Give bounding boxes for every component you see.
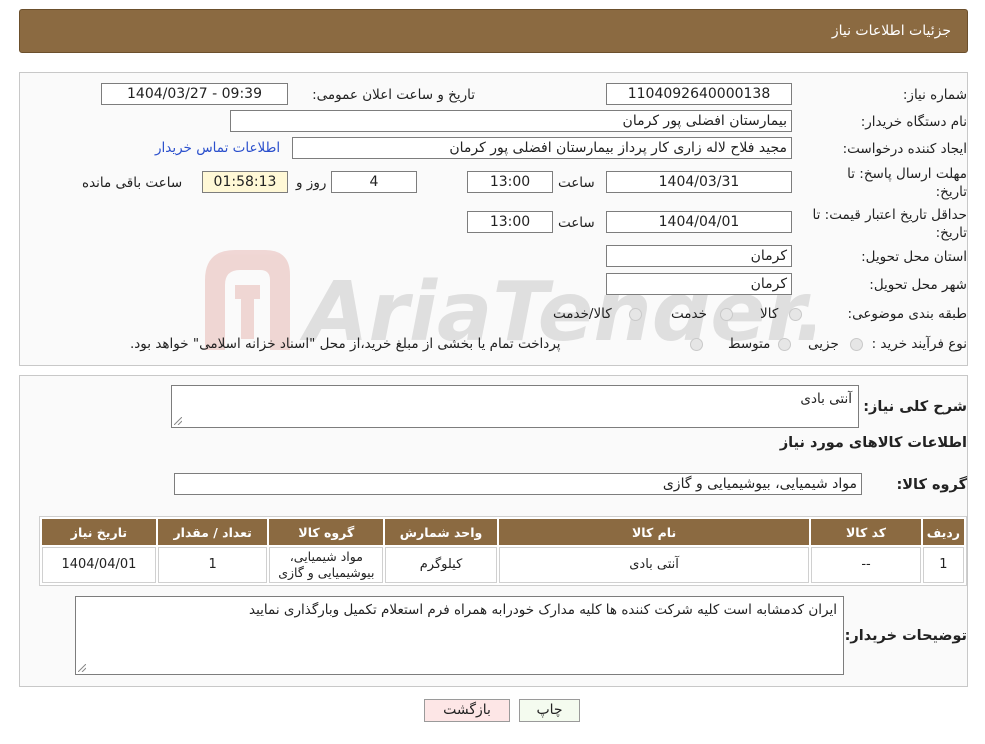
deadline-time-label: ساعت [558, 175, 595, 191]
col-date: تاریخ نیاز [42, 519, 156, 545]
buyer-org-label: نام دستگاه خریدار: [860, 114, 967, 130]
general-desc-textarea[interactable]: آنتی بادی [171, 385, 859, 428]
process-radio-minor[interactable] [850, 338, 863, 351]
remaining-time-field: 01:58:13 [202, 171, 288, 193]
validity-time-field: 13:00 [467, 211, 553, 233]
process-option-medium: متوسط [728, 336, 771, 352]
buyer-org-field: بیمارستان افضلی پور کرمان [230, 110, 792, 132]
province-label: استان محل تحویل: [861, 249, 967, 265]
creator-label: ایجاد کننده درخواست: [842, 141, 967, 157]
buyer-notes-textarea[interactable]: ایران کدمشابه است کلیه شرکت کننده ها کلی… [75, 596, 844, 675]
table-row: 1 -- آنتی بادی کیلوگرم مواد شیمیایی، بیو… [42, 547, 964, 583]
resize-grip-icon[interactable] [174, 417, 182, 425]
buyer-notes-text: ایران کدمشابه است کلیه شرکت کننده ها کلی… [249, 602, 837, 618]
buyer-contact-link[interactable]: اطلاعات تماس خریدار [155, 140, 280, 156]
cell-row: 1 [922, 547, 964, 583]
deadline-date-field: 1404/03/31 [606, 171, 792, 193]
col-code: کد کالا [811, 519, 921, 545]
need-number-field: 1104092640000138 [606, 83, 792, 105]
cell-group: مواد شیمیایی، بیوشیمیایی و گازی [269, 547, 384, 583]
category-radio-goods[interactable] [789, 308, 802, 321]
province-field: کرمان [606, 245, 792, 267]
validity-time-label: ساعت [558, 215, 595, 231]
remaining-label: ساعت باقی مانده [82, 175, 183, 191]
days-label: روز و [296, 175, 327, 191]
deadline-label-date: تاریخ: [935, 184, 967, 200]
process-option-minor: جزیی [808, 336, 839, 352]
col-row: ردیف [922, 519, 964, 545]
process-note: پرداخت تمام یا بخشی از مبلغ خرید،از محل … [130, 336, 561, 352]
category-option-service: خدمت [671, 306, 707, 322]
process-radio-medium[interactable] [778, 338, 791, 351]
announce-label: تاریخ و ساعت اعلان عمومی: [312, 87, 475, 103]
validity-label: حداقل تاریخ اعتبار قیمت: تا [812, 207, 967, 223]
announce-field: 1404/03/27 - 09:39 [101, 83, 288, 105]
general-desc-label: شرح کلی نیاز: [863, 399, 967, 415]
deadline-time-field: 13:00 [467, 171, 553, 193]
cell-date: 1404/04/01 [42, 547, 156, 583]
cell-qty: 1 [157, 547, 268, 583]
need-number-label: شماره نیاز: [902, 87, 967, 103]
items-table: ردیف کد کالا نام کالا واحد شمارش گروه کا… [39, 516, 967, 586]
col-qty: تعداد / مقدار [157, 519, 268, 545]
cell-name: آنتی بادی [498, 547, 810, 583]
category-radio-service[interactable] [720, 308, 733, 321]
creator-field: مجید فلاح لاله زاری کار پرداز بیمارستان … [292, 137, 792, 159]
process-label: نوع فرآیند خرید : [871, 336, 967, 352]
validity-date-field: 1404/04/01 [606, 211, 792, 233]
general-desc-text: آنتی بادی [800, 391, 852, 407]
city-label: شهر محل تحویل: [869, 277, 967, 293]
process-checkbox-treasury[interactable] [690, 338, 703, 351]
items-table-header: ردیف کد کالا نام کالا واحد شمارش گروه کا… [42, 519, 964, 545]
category-radio-goods-service[interactable] [629, 308, 642, 321]
buyer-notes-label: توضیحات خریدار: [844, 628, 967, 644]
city-field: کرمان [606, 273, 792, 295]
validity-label-date: تاریخ: [935, 225, 967, 241]
category-label: طبقه بندی موضوعی: [847, 306, 967, 322]
print-button[interactable]: چاپ [519, 699, 580, 722]
cell-unit: کیلوگرم [385, 547, 497, 583]
col-group: گروه کالا [269, 519, 384, 545]
goods-info-title: اطلاعات کالاهای مورد نیاز [779, 435, 967, 451]
days-field: 4 [331, 171, 417, 193]
goods-group-label: گروه کالا: [896, 477, 967, 493]
category-option-goods-service: کالا/خدمت [553, 306, 612, 322]
category-option-goods: کالا [760, 306, 779, 322]
cell-code: -- [811, 547, 921, 583]
resize-grip-icon[interactable] [78, 664, 86, 672]
page-title: جزئیات اطلاعات نیاز [831, 23, 951, 39]
back-button[interactable]: بازگشت [424, 699, 510, 722]
deadline-label: مهلت ارسال پاسخ: تا [847, 166, 967, 182]
page-header: جزئیات اطلاعات نیاز [19, 9, 968, 53]
col-name: نام کالا [498, 519, 810, 545]
col-unit: واحد شمارش [385, 519, 497, 545]
goods-group-field: مواد شیمیایی، بیوشیمیایی و گازی [174, 473, 862, 495]
